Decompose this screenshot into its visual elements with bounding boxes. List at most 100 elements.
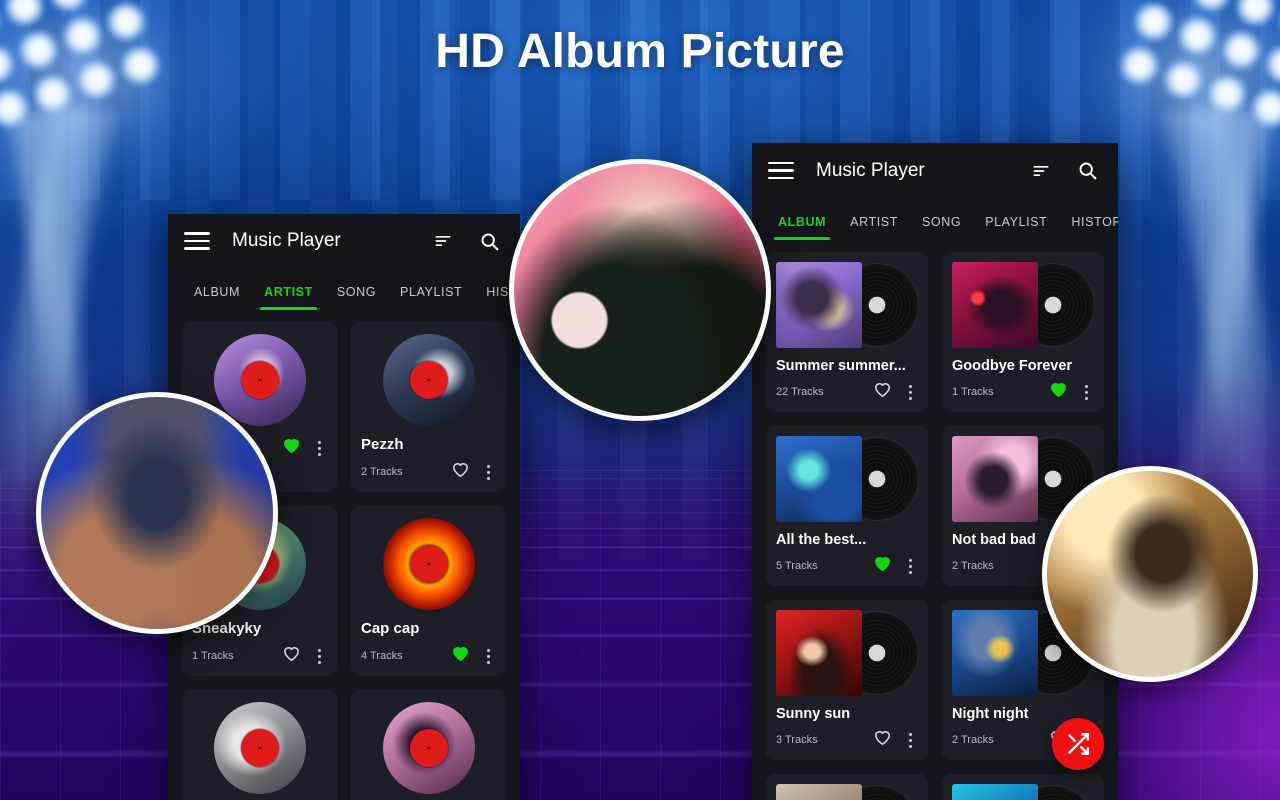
overflow-menu-icon[interactable] bbox=[1078, 384, 1094, 400]
favorite-heart-icon[interactable] bbox=[282, 644, 301, 668]
tab-playlist[interactable]: PLAYLIST bbox=[388, 285, 474, 310]
artist-avatar bbox=[213, 334, 306, 426]
vinyl-label-icon bbox=[409, 545, 448, 583]
artist-meta-row: 1 Tracks bbox=[192, 644, 327, 668]
vinyl-label-icon bbox=[409, 361, 448, 399]
album-card[interactable]: All the best... 5 Tracks bbox=[766, 426, 928, 586]
circle-gold-singer-photo bbox=[1042, 466, 1258, 682]
artist-title: Pezzh bbox=[361, 436, 404, 453]
album-meta-row: 3 Tracks bbox=[776, 728, 918, 752]
album-artwork-wrapper bbox=[776, 784, 918, 800]
album-card[interactable]: Sunny sun 3 Tracks bbox=[766, 600, 928, 760]
tab-album[interactable]: ALBUM bbox=[182, 285, 252, 310]
favorite-heart-icon[interactable] bbox=[873, 554, 892, 578]
album-title: Goodbye Forever bbox=[952, 358, 1073, 374]
tab-artist[interactable]: ARTIST bbox=[838, 215, 910, 240]
album-meta-row: 1 Tracks bbox=[952, 380, 1094, 404]
artist-meta-row: 4 Tracks bbox=[361, 644, 496, 668]
album-artwork-wrapper bbox=[952, 262, 1094, 348]
tab-history[interactable]: HISTORY bbox=[1059, 215, 1118, 240]
app-title: Music Player bbox=[232, 230, 341, 251]
album-card[interactable]: Summer summer... 22 Tracks bbox=[766, 252, 928, 412]
search-icon[interactable] bbox=[1072, 156, 1102, 186]
tab-song[interactable]: SONG bbox=[910, 215, 973, 240]
phone-screenshot-album: Music Player ALBUM ARTIST SONG PLAYLIST HIST… bbox=[752, 143, 1118, 800]
album-meta-row: 22 Tracks bbox=[776, 380, 918, 404]
album-card[interactable] bbox=[942, 774, 1104, 800]
overflow-menu-icon[interactable] bbox=[480, 464, 496, 480]
track-count: 1 Tracks bbox=[952, 386, 994, 398]
album-cover-image bbox=[776, 784, 862, 800]
tab-artist[interactable]: ARTIST bbox=[252, 285, 325, 310]
tab-song[interactable]: SONG bbox=[325, 285, 388, 310]
album-title: All the best... bbox=[776, 532, 867, 548]
track-count: 2 Tracks bbox=[952, 734, 994, 746]
favorite-heart-icon[interactable] bbox=[451, 644, 470, 668]
app-bar: Music Player bbox=[752, 143, 1118, 198]
album-artwork-wrapper bbox=[776, 436, 918, 522]
album-artwork-wrapper bbox=[952, 784, 1094, 800]
track-count: 2 Tracks bbox=[952, 560, 994, 572]
artist-avatar bbox=[213, 702, 306, 794]
tab-bar[interactable]: ALBUMARTISTSONGPLAYLISTHISTORY bbox=[752, 198, 1118, 240]
app-bar: Music Player bbox=[168, 214, 520, 268]
overflow-menu-icon[interactable] bbox=[311, 648, 327, 664]
artist-meta-row: 2 Tracks bbox=[361, 460, 496, 484]
tab-bar[interactable]: ALBUMARTISTSONGPLAYLISTHISTO bbox=[168, 268, 520, 310]
artist-card[interactable] bbox=[351, 690, 506, 800]
album-cover-image bbox=[952, 436, 1038, 522]
favorite-heart-icon[interactable] bbox=[1049, 380, 1068, 404]
track-count: 4 Tracks bbox=[361, 650, 403, 662]
album-card[interactable]: Goodbye Forever 1 Tracks bbox=[942, 252, 1104, 412]
tab-album[interactable]: ALBUM bbox=[766, 215, 838, 240]
album-title: Summer summer... bbox=[776, 358, 906, 374]
album-artwork-wrapper bbox=[776, 262, 918, 348]
artist-avatar bbox=[382, 702, 475, 794]
album-cover-image bbox=[952, 784, 1038, 800]
tab-playlist[interactable]: PLAYLIST bbox=[973, 215, 1059, 240]
sort-icon[interactable] bbox=[428, 226, 458, 256]
album-cover-image bbox=[952, 610, 1038, 696]
album-title: Sunny sun bbox=[776, 706, 851, 722]
overflow-menu-icon[interactable] bbox=[902, 558, 918, 574]
vinyl-label-icon bbox=[240, 361, 279, 399]
hamburger-menu-icon[interactable] bbox=[768, 161, 794, 180]
track-count: 22 Tracks bbox=[776, 386, 824, 398]
page-title: HD Album Picture bbox=[435, 25, 845, 78]
artist-card[interactable]: Cap cap 4 Tracks bbox=[351, 506, 506, 676]
track-count: 5 Tracks bbox=[776, 560, 818, 572]
favorite-heart-icon[interactable] bbox=[282, 436, 301, 460]
artist-card[interactable] bbox=[182, 690, 337, 800]
artist-avatar bbox=[382, 518, 475, 610]
artist-title: Cap cap bbox=[361, 620, 420, 637]
track-count: 3 Tracks bbox=[776, 734, 818, 746]
album-meta-row: 5 Tracks bbox=[776, 554, 918, 578]
album-card[interactable] bbox=[766, 774, 928, 800]
album-artwork-wrapper bbox=[776, 610, 918, 696]
overflow-menu-icon[interactable] bbox=[311, 440, 327, 456]
sort-icon[interactable] bbox=[1026, 156, 1056, 186]
track-count: 1 Tracks bbox=[192, 650, 234, 662]
floodlight-lamp bbox=[43, 0, 94, 18]
album-cover-image bbox=[776, 262, 862, 348]
app-title: Music Player bbox=[816, 159, 925, 181]
search-icon[interactable] bbox=[474, 226, 504, 256]
overflow-menu-icon[interactable] bbox=[480, 648, 496, 664]
hamburger-menu-icon[interactable] bbox=[184, 232, 210, 250]
album-cover-image bbox=[776, 610, 862, 696]
artist-card[interactable]: Pezzh 2 Tracks bbox=[351, 322, 506, 492]
album-cover-image bbox=[952, 262, 1038, 348]
album-cover-image bbox=[776, 436, 862, 522]
circle-headphones-photo bbox=[509, 159, 771, 421]
favorite-heart-icon[interactable] bbox=[873, 728, 892, 752]
favorite-heart-icon[interactable] bbox=[451, 460, 470, 484]
track-count: 2 Tracks bbox=[361, 466, 403, 478]
shuffle-fab-button[interactable] bbox=[1052, 718, 1104, 770]
circle-blue-singer-photo bbox=[36, 392, 278, 634]
artist-title: Sneakyky bbox=[192, 620, 262, 637]
vinyl-label-icon bbox=[240, 729, 279, 767]
overflow-menu-icon[interactable] bbox=[902, 384, 918, 400]
favorite-heart-icon[interactable] bbox=[873, 380, 892, 404]
overflow-menu-icon[interactable] bbox=[902, 732, 918, 748]
vinyl-label-icon bbox=[409, 729, 448, 767]
